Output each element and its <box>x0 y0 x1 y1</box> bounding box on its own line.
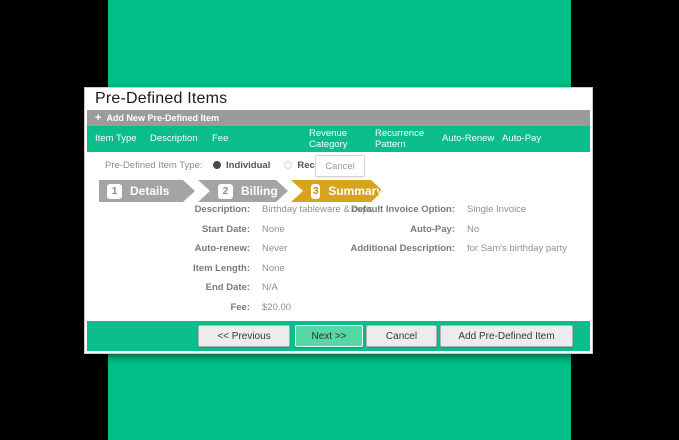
wizard-steps: 1 Details 2 Billing 3 Summary <box>85 180 592 202</box>
summary-label: Item Length: <box>85 263 250 274</box>
radio-selected-icon[interactable] <box>213 161 221 169</box>
wizard-step-details[interactable]: 1 Details <box>99 180 195 202</box>
summary-label: Default Invoice Option: <box>270 204 455 215</box>
pre-defined-items-dialog: Pre-Defined Items + Add New Pre-Defined … <box>85 88 592 353</box>
items-table-header: Item Type Description Fee Revenue Catego… <box>87 126 590 152</box>
summary-label: Auto-Pay: <box>270 224 455 235</box>
plus-icon: + <box>95 113 101 124</box>
summary-row-fee: Fee: $20.00 <box>85 298 445 318</box>
summary-value: None <box>262 263 285 274</box>
previous-button[interactable]: << Previous <box>198 325 290 347</box>
summary-label: Auto-renew: <box>85 243 250 254</box>
add-new-pre-defined-item-label: Add New Pre-Defined Item <box>106 113 219 123</box>
summary-value: Single Invoice <box>467 204 526 215</box>
column-header-auto-renew: Auto-Renew <box>442 133 502 144</box>
summary-value: for Sam's birthday party <box>467 243 567 254</box>
summary-label: Start Date: <box>85 224 250 235</box>
radio-option-individual[interactable]: Individual <box>213 160 270 171</box>
item-type-selector-label: Pre-Defined Item Type: <box>105 160 213 171</box>
add-pre-defined-item-button[interactable]: Add Pre-Defined Item <box>440 325 573 347</box>
summary-value: N/A <box>262 282 278 293</box>
column-header-recurrence-pattern: Recurrence Pattern <box>375 128 442 151</box>
step-billing-label: Billing <box>241 184 278 198</box>
summary-value: No <box>467 224 479 235</box>
summary-label: End Date: <box>85 282 250 293</box>
page-title: Pre-Defined Items <box>95 90 227 108</box>
summary-label: Description: <box>85 204 250 215</box>
summary-label: Fee: <box>85 302 250 313</box>
column-header-revenue-category: Revenue Category <box>309 128 375 151</box>
cancel-type-button[interactable]: Cancel <box>315 155 365 177</box>
summary-row-end-date: End Date: N/A <box>85 278 445 298</box>
wizard-step-summary-active[interactable]: 3 Summary <box>291 180 383 202</box>
summary-row-auto-pay: Auto-Pay: No <box>270 220 592 240</box>
column-header-auto-pay: Auto-Pay <box>502 133 547 144</box>
step-summary-label: Summary <box>328 184 383 198</box>
summary-label: Additional Description: <box>270 243 455 254</box>
radio-individual-label: Individual <box>226 160 270 171</box>
add-new-pre-defined-item-bar[interactable]: + Add New Pre-Defined Item <box>87 110 590 126</box>
summary-value: $20.00 <box>262 302 291 313</box>
column-header-description: Description <box>150 133 212 144</box>
footer-action-bar: << Previous Next >> Cancel Add Pre-Defin… <box>87 321 590 351</box>
summary-row-item-length: Item Length: None <box>85 259 445 279</box>
step-number-badge: 1 <box>107 184 122 199</box>
column-header-item-type: Item Type <box>87 133 150 144</box>
next-button[interactable]: Next >> <box>295 325 363 347</box>
wizard-step-billing[interactable]: 2 Billing <box>198 180 288 202</box>
column-header-fee: Fee <box>212 133 309 144</box>
step-number-badge: 2 <box>218 184 233 199</box>
step-details-label: Details <box>130 184 169 198</box>
desktop-background: Pre-Defined Items + Add New Pre-Defined … <box>0 0 679 440</box>
cancel-button[interactable]: Cancel <box>366 325 437 347</box>
summary-right-column: Default Invoice Option: Single Invoice A… <box>270 200 592 259</box>
step-number-badge: 3 <box>311 184 320 199</box>
summary-row-default-invoice-option: Default Invoice Option: Single Invoice <box>270 200 592 220</box>
summary-row-additional-description: Additional Description: for Sam's birthd… <box>270 239 592 259</box>
radio-unselected-icon[interactable] <box>284 161 292 169</box>
